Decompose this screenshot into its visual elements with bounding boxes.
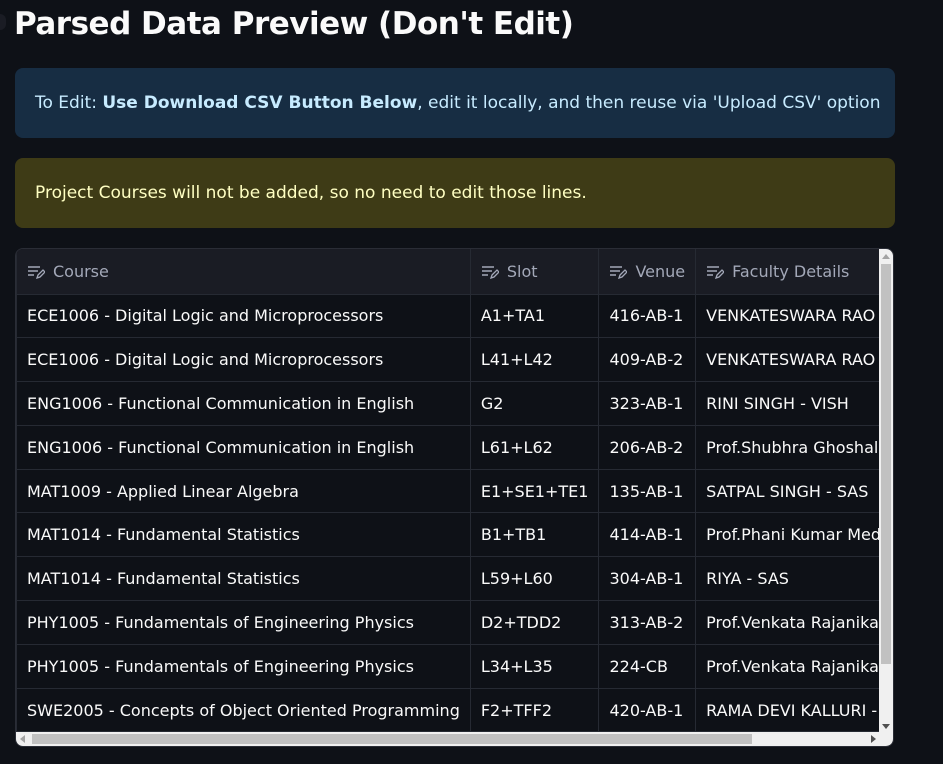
table-row[interactable]: MAT1009 - Applied Linear Algebra E1+SE1+T…	[16, 469, 893, 514]
column-header-label: Course	[53, 261, 109, 281]
cell-venue[interactable]: 416-AB-1	[598, 294, 697, 339]
column-header-label: Slot	[506, 261, 538, 281]
cell-slot[interactable]: A1+TA1	[470, 294, 600, 339]
cell-slot[interactable]: F2+TFF2	[470, 688, 600, 733]
cell-course[interactable]: ECE1006 - Digital Logic and Microprocess…	[16, 294, 471, 339]
cell-faculty[interactable]: VENKATESWARA RAO BHUK	[695, 337, 893, 383]
cell-slot[interactable]: L34+L35	[470, 644, 600, 689]
column-header-venue[interactable]: Venue	[598, 249, 697, 295]
info-alert-prefix: To Edit:	[35, 93, 103, 113]
sidebar-collapse-edge	[0, 14, 6, 30]
data-table: Course Slot Venue Faculty Details ECE100…	[16, 249, 893, 733]
column-header-course[interactable]: Course	[16, 249, 471, 295]
cell-venue[interactable]: 206-AB-2	[598, 425, 697, 470]
table-row[interactable]: PHY1005 - Fundamentals of Engineering Ph…	[16, 644, 893, 689]
cell-slot[interactable]: B1+TB1	[470, 512, 600, 558]
info-alert-bold: Use Download CSV Button Below	[102, 93, 418, 113]
page-title: Parsed Data Preview (Don't Edit)	[14, 6, 574, 42]
table-row[interactable]: ENG1006 - Functional Communication in En…	[16, 425, 893, 470]
data-grid[interactable]: Course Slot Venue Faculty Details ECE100…	[15, 248, 894, 747]
cell-venue[interactable]: 313-AB-2	[598, 600, 697, 645]
cell-faculty[interactable]: Prof.Phani Kumar Meduri -	[695, 512, 893, 558]
cell-venue[interactable]: 304-AB-1	[598, 556, 697, 602]
cell-slot[interactable]: L61+L62	[470, 425, 600, 470]
info-alert: To Edit: Use Download CSV Button Below, …	[15, 68, 895, 138]
cell-slot[interactable]: D2+TDD2	[470, 600, 600, 645]
scroll-up-arrow-icon[interactable]	[882, 254, 890, 259]
cell-faculty[interactable]: RIYA - SAS	[695, 556, 893, 602]
cell-slot[interactable]: G2	[470, 381, 600, 426]
cell-venue[interactable]: 323-AB-1	[598, 381, 697, 426]
table-row[interactable]: ECE1006 - Digital Logic and Microprocess…	[16, 337, 893, 383]
cell-venue[interactable]: 409-AB-2	[598, 337, 697, 383]
scroll-right-arrow-icon[interactable]	[871, 735, 876, 743]
cell-course[interactable]: ECE1006 - Digital Logic and Microprocess…	[16, 337, 471, 383]
cell-venue[interactable]: 420-AB-1	[598, 688, 697, 733]
table-row[interactable]: PHY1005 - Fundamentals of Engineering Ph…	[16, 600, 893, 645]
column-header-faculty-details[interactable]: Faculty Details	[695, 249, 893, 295]
scroll-down-arrow-icon[interactable]	[882, 724, 890, 729]
cell-course[interactable]: PHY1005 - Fundamentals of Engineering Ph…	[16, 644, 471, 689]
edit-column-icon	[610, 265, 628, 279]
cell-faculty[interactable]: RAMA DEVI KALLURI - SCOF	[695, 688, 893, 733]
cell-faculty[interactable]: Prof.Venkata Rajanikanth M	[695, 600, 893, 645]
cell-course[interactable]: ENG1006 - Functional Communication in En…	[16, 381, 471, 426]
column-header-slot[interactable]: Slot	[470, 249, 600, 295]
table-row[interactable]: MAT1014 - Fundamental Statistics L59+L60 3…	[16, 556, 893, 602]
table-row[interactable]: SWE2005 - Concepts of Object Oriented Pr…	[16, 688, 893, 733]
header-row: Course Slot Venue Faculty Details	[16, 249, 893, 295]
cell-slot[interactable]: L41+L42	[470, 337, 600, 383]
scroll-left-arrow-icon[interactable]	[20, 735, 25, 743]
cell-faculty[interactable]: RINI SINGH - VISH	[695, 381, 893, 426]
warning-alert-text: Project Courses will not be added, so no…	[35, 183, 587, 203]
cell-course[interactable]: PHY1005 - Fundamentals of Engineering Ph…	[16, 600, 471, 645]
edit-column-icon	[481, 265, 499, 279]
cell-venue[interactable]: 414-AB-1	[598, 512, 697, 558]
column-header-label: Faculty Details	[732, 261, 850, 281]
cell-course[interactable]: MAT1014 - Fundamental Statistics	[16, 512, 471, 558]
horizontal-scroll-thumb[interactable]	[32, 734, 752, 744]
edit-column-icon	[707, 265, 725, 279]
vertical-scroll-thumb[interactable]	[881, 264, 891, 664]
table-row[interactable]: ECE1006 - Digital Logic and Microprocess…	[16, 294, 893, 339]
vertical-scrollbar[interactable]	[879, 249, 893, 733]
cell-venue[interactable]: 135-AB-1	[598, 469, 697, 514]
cell-venue[interactable]: 224-CB	[598, 644, 697, 689]
cell-faculty[interactable]: VENKATESWARA RAO BHUK	[695, 294, 893, 339]
column-header-label: Venue	[635, 261, 686, 281]
info-alert-suffix: , edit it locally, and then reuse via 'U…	[417, 93, 881, 113]
cell-slot[interactable]: E1+SE1+TE1	[470, 469, 600, 514]
cell-faculty[interactable]: SATPAL SINGH - SAS	[695, 469, 893, 514]
cell-course[interactable]: MAT1009 - Applied Linear Algebra	[16, 469, 471, 514]
warning-alert: Project Courses will not be added, so no…	[15, 158, 895, 228]
cell-course[interactable]: MAT1014 - Fundamental Statistics	[16, 556, 471, 602]
table-row[interactable]: ENG1006 - Functional Communication in En…	[16, 381, 893, 426]
table-row[interactable]: MAT1014 - Fundamental Statistics B1+TB1 41…	[16, 512, 893, 558]
cell-course[interactable]: SWE2005 - Concepts of Object Oriented Pr…	[16, 688, 471, 733]
horizontal-scrollbar[interactable]	[16, 732, 893, 746]
cell-faculty[interactable]: Prof.Venkata Rajanikanth M	[695, 644, 893, 689]
cell-course[interactable]: ENG1006 - Functional Communication in En…	[16, 425, 471, 470]
cell-faculty[interactable]: Prof.Shubhra Ghoshal - VIS	[695, 425, 893, 470]
edit-column-icon	[28, 265, 45, 279]
cell-slot[interactable]: L59+L60	[470, 556, 600, 602]
